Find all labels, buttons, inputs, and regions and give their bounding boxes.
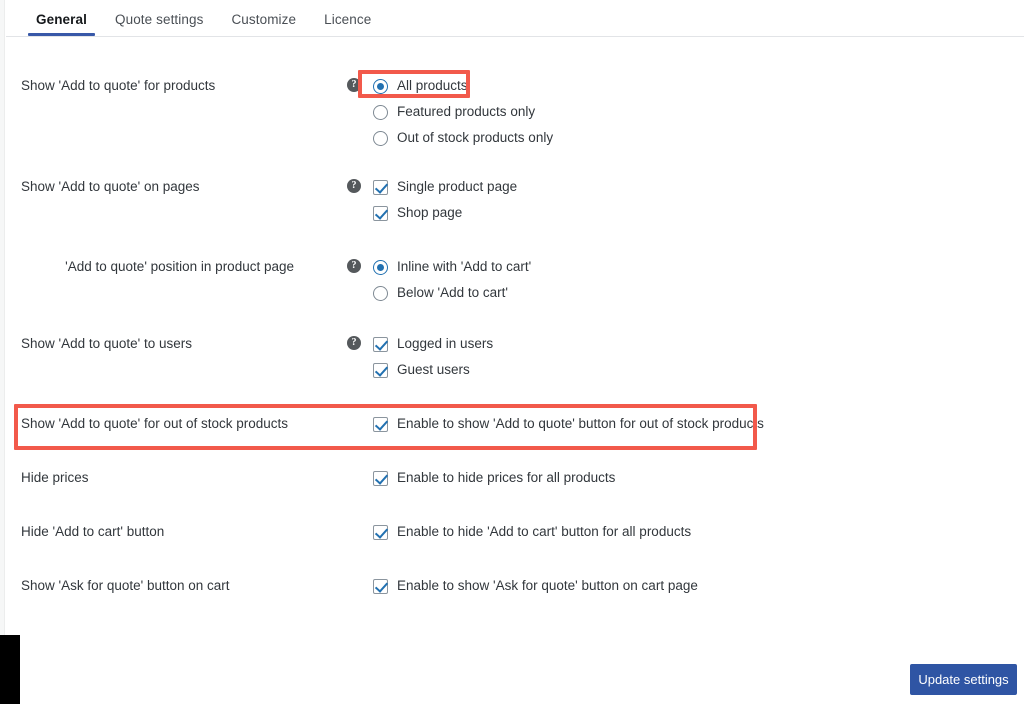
row-label: Show 'Add to quote' for out of stock pro… [21,416,289,431]
option-group-pages: Single product page Shop page [373,178,517,222]
checkbox-shop-page[interactable] [373,205,388,221]
checkbox-hide-prices[interactable] [373,470,388,486]
checkbox-option-out-of-stock-products[interactable]: Enable to show 'Add to quote' button for… [373,415,764,433]
row-label: Show 'Add to quote' to users [21,336,193,351]
option-group-hide-add-to-cart: Enable to hide 'Add to cart' button for … [373,523,691,541]
radio-label: All products [397,78,468,93]
tab-list: General Quote settings Customize Licence [6,0,1024,36]
radio-all-products[interactable] [373,78,388,94]
row-label: Show 'Ask for quote' button on cart [21,578,230,593]
question-mark-icon[interactable]: ? [347,78,361,92]
tab-licence-label: Licence [324,12,372,27]
checkbox-label: Enable to hide 'Add to cart' button for … [397,524,692,539]
radio-option-out-of-stock-products-only[interactable]: Out of stock products only [373,129,553,147]
tab-general-label: General [36,12,87,27]
row-label: Hide prices [21,470,89,485]
checkbox-label: Guest users [397,362,470,377]
left-gutter [0,0,5,704]
radio-featured-products-only[interactable] [373,104,388,120]
checkbox-option-hide-prices[interactable]: Enable to hide prices for all products [373,469,615,487]
checkbox-label: Single product page [397,179,518,194]
option-group-products: All products Featured products only Out … [373,77,553,147]
checkbox-ask-for-quote-on-cart[interactable] [373,578,388,594]
question-mark-icon[interactable]: ? [347,336,361,350]
settings-form: Show 'Add to quote' for products ? All p… [6,37,1024,704]
option-group-hide-prices: Enable to hide prices for all products [373,469,615,487]
radio-label: Featured products only [397,104,536,119]
checkbox-label: Logged in users [397,336,494,351]
bottom-left-black-block [0,635,20,704]
tab-customize-label: Customize [231,12,297,27]
settings-tab-bar: General Quote settings Customize Licence [6,0,1024,37]
checkbox-label: Enable to hide prices for all products [397,470,616,485]
radio-option-inline-with-add-to-cart[interactable]: Inline with 'Add to cart' [373,258,531,276]
row-label: Show 'Add to quote' for products [21,78,216,93]
checkbox-logged-in-users[interactable] [373,336,388,352]
row-label: Show 'Add to quote' on pages [21,179,200,194]
tab-quote-settings-label: Quote settings [114,12,204,27]
radio-out-of-stock-products-only[interactable] [373,130,388,146]
option-group-out-of-stock: Enable to show 'Add to quote' button for… [373,415,764,433]
checkbox-label: Enable to show 'Ask for quote' button on… [397,578,698,593]
checkbox-option-single-product-page[interactable]: Single product page [373,178,517,196]
radio-option-featured-products-only[interactable]: Featured products only [373,103,553,121]
tab-general[interactable]: General [22,12,101,36]
radio-option-all-products[interactable]: All products [373,77,553,95]
radio-option-below-add-to-cart[interactable]: Below 'Add to cart' [373,284,531,302]
checkbox-guest-users[interactable] [373,362,388,378]
radio-below-add-to-cart[interactable] [373,285,388,301]
question-mark-icon[interactable]: ? [347,179,361,193]
question-mark-icon[interactable]: ? [347,259,361,273]
checkbox-out-of-stock-products[interactable] [373,416,388,432]
update-settings-button[interactable]: Update settings [910,664,1017,695]
option-group-ask-for-quote: Enable to show 'Ask for quote' button on… [373,577,698,595]
checkbox-option-logged-in-users[interactable]: Logged in users [373,335,493,353]
radio-label: Below 'Add to cart' [397,285,508,300]
radio-inline-with-add-to-cart[interactable] [373,259,388,275]
tab-quote-settings[interactable]: Quote settings [101,12,217,36]
radio-label: Out of stock products only [397,130,554,145]
row-label: Hide 'Add to cart' button [21,524,165,539]
checkbox-label: Enable to show 'Add to quote' button for… [397,416,764,431]
checkbox-label: Shop page [397,205,463,220]
checkbox-option-shop-page[interactable]: Shop page [373,204,517,222]
tab-customize[interactable]: Customize [217,12,310,36]
option-group-users: Logged in users Guest users [373,335,493,379]
row-label: 'Add to quote' position in product page [65,259,294,274]
checkbox-hide-add-to-cart-button[interactable] [373,524,388,540]
option-group-position: Inline with 'Add to cart' Below 'Add to … [373,258,531,302]
checkbox-single-product-page[interactable] [373,179,388,195]
checkbox-option-hide-add-to-cart-button[interactable]: Enable to hide 'Add to cart' button for … [373,523,691,541]
checkbox-option-ask-for-quote-on-cart[interactable]: Enable to show 'Ask for quote' button on… [373,577,698,595]
checkbox-option-guest-users[interactable]: Guest users [373,361,493,379]
radio-label: Inline with 'Add to cart' [397,259,532,274]
tab-licence[interactable]: Licence [310,12,385,36]
